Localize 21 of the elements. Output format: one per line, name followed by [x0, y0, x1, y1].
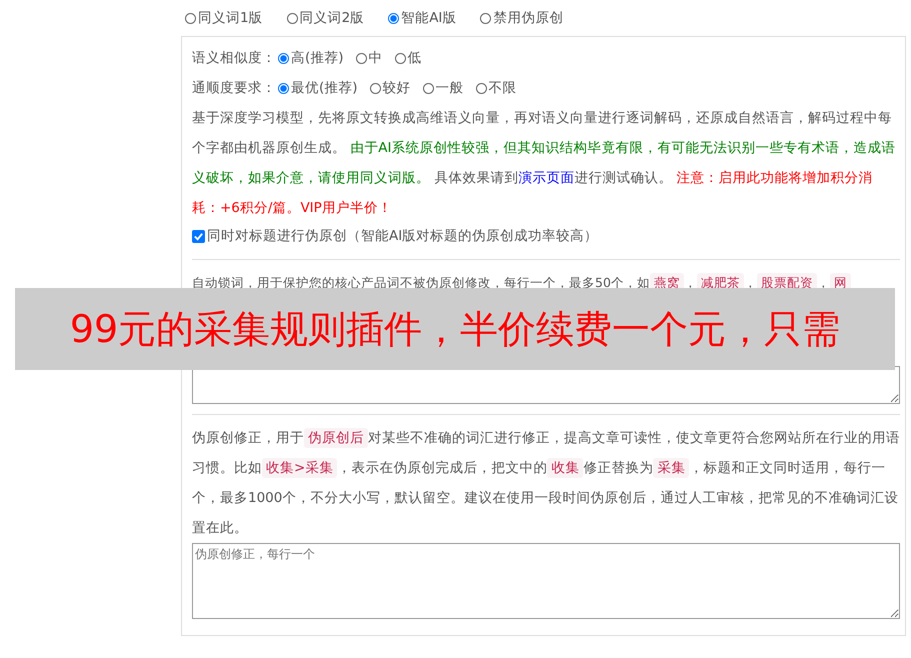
ai-description: 基于深度学习模型，先将原文转换成高维语义向量，再对语义向量进行逐词解码，还原成自然语言，解码过程中每个字都由机器原创生成。 由于AI系统原创性较强，但其知识结构毕竟有限，有可能无法识别一些专有术语，造成语义破坏，如果介意，请使用同义词版。 具体效果请到演示页面进行测试确认。 注意：启用此功能将增加积分消耗：+6积分/篇。VIP用户半价！ [192, 109, 897, 218]
mode-radio[interactable]: 同义词1版 [185, 9, 263, 27]
similarity-radio[interactable]: 低 [394, 49, 422, 67]
fluency-radio[interactable]: 不限 [476, 79, 517, 97]
title-checkbox[interactable]: 同时对标题进行伪原创（智能AI版对标题的伪原创成功率较高） [192, 223, 598, 249]
fluency-label: 通顺度要求： [192, 79, 276, 97]
mode-radio[interactable]: 智能AI版 [388, 9, 456, 27]
mode-radio[interactable]: 禁用伪原创 [480, 9, 564, 27]
mode-radio[interactable]: 同义词2版 [286, 9, 364, 27]
fluency-radio[interactable]: 最优(推荐) [278, 79, 358, 97]
check-icon [193, 230, 204, 242]
lock-words-field[interactable] [192, 366, 900, 404]
fluency-radio[interactable]: 较好 [370, 79, 411, 97]
similarity-label: 语义相似度： [192, 49, 276, 67]
similarity-radio[interactable]: 中 [356, 49, 383, 67]
demo-page-link[interactable]: 演示页面 [518, 170, 574, 186]
ad-banner: 99元的采集规则插件，半价续费一个元，只需 [15, 288, 895, 370]
similarity-radio[interactable]: 高(推荐) [278, 49, 344, 67]
correction-description: 伪原创修正，用于 伪原创后 对某些不准确的词汇进行修正，提高文章可读性，使文章更符合您网站所在行业的用语习惯。比如 收集>采集 ，表示在伪原创完成后，把文中的 收集 修正替换为 采集 ，标题和正文同时适用，每行一个，最多1000个，不分大小写，默认留空。建议在使用一段时间伪原创后，通过人工审核，把常见的不准确词汇设置在此。 [192, 427, 900, 538]
correction-field[interactable]: 伪原创修正，每行一个 [192, 543, 900, 619]
fluency-radio[interactable]: 一般 [422, 79, 464, 97]
